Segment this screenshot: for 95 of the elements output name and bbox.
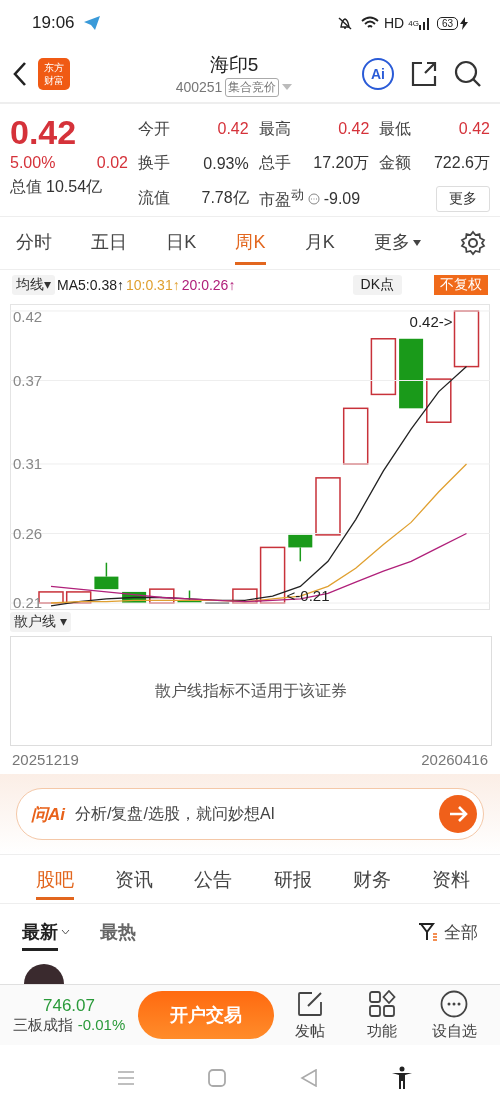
search-icon[interactable] (454, 60, 482, 88)
arrow-right-icon[interactable] (439, 795, 477, 833)
candle (370, 338, 397, 396)
axis-label: 0.31 (13, 454, 43, 472)
share-icon[interactable] (410, 60, 438, 88)
stat-label: 换手 (138, 153, 170, 174)
clock: 19:06 (32, 13, 75, 33)
period-tab[interactable]: 五日 (91, 221, 128, 265)
stat-label: 金额 (379, 153, 412, 174)
stat-label: 总值 (10, 176, 42, 197)
change-percent: 5.00% (10, 154, 56, 172)
stat-value: 10.54亿 (46, 176, 103, 197)
stock-code: 400251 (175, 79, 223, 95)
charging-icon (460, 16, 468, 30)
stat-label: 总手 (258, 153, 291, 174)
ask-ai-field[interactable]: 问Ai 分析/复盘/选股，就问妙想AI (16, 788, 484, 840)
filter-icon[interactable] (418, 922, 438, 942)
candle (426, 378, 452, 423)
candle (177, 589, 202, 603)
chevron-down-icon (61, 929, 70, 935)
signal-icon (418, 16, 431, 30)
candle (399, 338, 424, 409)
candle (342, 407, 369, 465)
toolbar-action[interactable]: 功能 (346, 989, 418, 1041)
index-value: 746.07 (43, 995, 95, 1016)
candle (94, 561, 119, 590)
end-date: 20260416 (421, 751, 488, 768)
stat-label: 最高 (258, 118, 291, 139)
stat-label: 最低 (379, 118, 412, 139)
indicator-dropdown[interactable]: 散户线 ▾ (10, 612, 71, 632)
candle (453, 310, 480, 368)
start-date: 20251219 (12, 751, 79, 768)
candle (149, 588, 175, 604)
stat-value: -9.09 (323, 189, 361, 208)
caret-icon (412, 240, 421, 246)
stat-value: 0.42 (217, 120, 249, 139)
stat-label: 今开 (138, 118, 170, 139)
axis-label: 0.21 (13, 594, 43, 610)
current-price: 0.42 (10, 112, 78, 152)
index-name: 三板成指 (12, 1015, 73, 1035)
stat-value: 722.6万 (433, 153, 490, 174)
index-change: -0.01% (77, 1015, 126, 1035)
stock-name: 海印5 (209, 52, 259, 77)
ask-ai-logo: 问Ai (31, 803, 65, 826)
axis-label: 0.37 (13, 371, 43, 389)
placeholder-text: 分析/复盘/选股，就问妙想AI (75, 803, 276, 824)
ma-reading: 20:0.26↑ (181, 277, 236, 293)
stat-value: 0.42 (458, 120, 490, 139)
trading-phase-badge: 集合竞价 (225, 77, 280, 97)
content-tab[interactable]: 资料 (431, 858, 470, 900)
stat-label: 流值 (138, 188, 170, 209)
sort-tab[interactable]: 最热 (100, 913, 136, 951)
axis-label: 0.26 (13, 524, 43, 542)
ai-button[interactable]: Ai (362, 58, 394, 90)
grid-icon (368, 989, 396, 1018)
wifi-icon (359, 16, 380, 30)
toolbar-action[interactable]: 设自选 (418, 989, 490, 1041)
period-tab[interactable]: 更多 (373, 221, 410, 265)
edit-icon (296, 989, 324, 1018)
more-icon (440, 989, 468, 1018)
axis-label: 0.42 (13, 308, 43, 325)
price-annotation: 0.42-> (409, 312, 453, 330)
filter-label[interactable]: 全部 (444, 920, 478, 944)
send-icon (82, 15, 101, 31)
content-tab[interactable]: 资讯 (115, 858, 154, 900)
period-tab[interactable]: 分时 (16, 221, 52, 265)
network-label: 4G (408, 18, 419, 28)
content-tab[interactable]: 财务 (352, 858, 391, 900)
candle (288, 534, 313, 563)
more-button[interactable]: 更多 (436, 185, 490, 212)
dk-point-button[interactable]: DK点 (352, 275, 402, 295)
content-tab[interactable]: 公告 (194, 858, 233, 900)
app-logo: 东方 财富 (38, 58, 70, 90)
back-icon[interactable] (12, 61, 28, 87)
period-tab[interactable]: 日K (166, 221, 197, 265)
notice-text: 散户线指标不适用于该证券 (155, 680, 347, 701)
stat-value: 0.42 (338, 120, 370, 139)
change-amount: 0.02 (96, 154, 128, 172)
settings-icon[interactable] (460, 230, 486, 256)
stat-value: 17.20万 (313, 153, 370, 174)
sort-tab[interactable]: 最新 (22, 913, 58, 951)
candle (65, 591, 92, 604)
hd-indicator: HD (383, 15, 405, 31)
stat-value: 7.78亿 (201, 188, 249, 209)
stat-value: 0.93% (203, 155, 249, 173)
avatar (24, 964, 64, 984)
ma-dropdown[interactable]: 均线▾ (12, 275, 56, 295)
candle (315, 477, 341, 536)
content-tab[interactable]: 研报 (273, 858, 312, 900)
toolbar-action[interactable]: 发帖 (274, 989, 346, 1041)
period-tab[interactable]: 月K (304, 221, 335, 265)
battery-indicator: 63 (436, 16, 458, 30)
ma-reading: MA5:0.38↑ (57, 277, 124, 293)
stat-label: 市盈$^{动}$ (258, 186, 304, 211)
ma-reading: 10:0.31↑ (125, 277, 180, 293)
